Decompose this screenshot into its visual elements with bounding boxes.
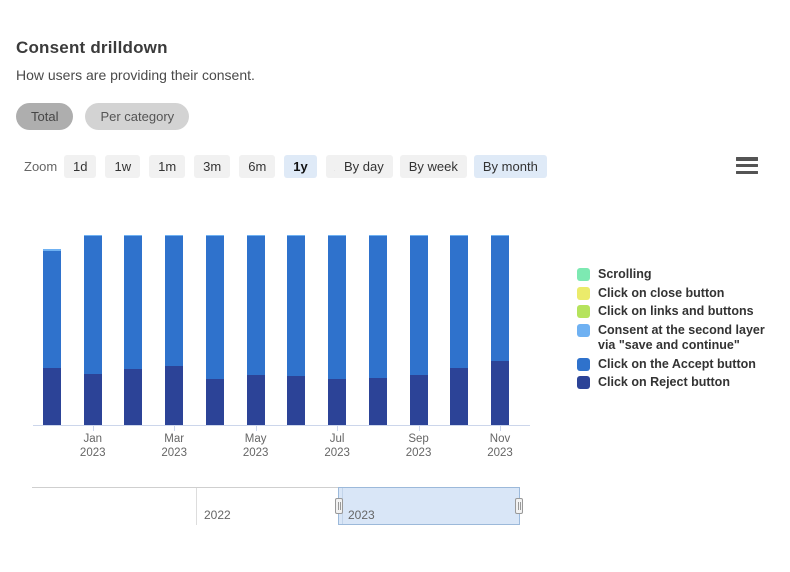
navigator-year-label: 2023 <box>348 508 375 522</box>
bar-segment-click-on-reject-button-aug-2023[interactable] <box>369 378 387 425</box>
legend-item-scrolling[interactable]: Scrolling <box>577 267 773 283</box>
legend-swatch-icon <box>577 287 590 300</box>
bar-segment-consent-at-the-second-layer-via-save-and-continue-feb-2023[interactable] <box>124 235 142 236</box>
bar-segment-click-on-the-accept-button-nov-2023[interactable] <box>491 236 509 361</box>
bar-segment-click-on-the-accept-button-may-2023[interactable] <box>247 236 265 375</box>
x-axis-label-line: Jul <box>307 432 367 446</box>
legend-item-click-on-links-and-buttons[interactable]: Click on links and buttons <box>577 304 773 320</box>
x-axis-label-line: Nov <box>470 432 530 446</box>
bar-segment-click-on-the-accept-button-feb-2023[interactable] <box>124 236 142 369</box>
x-axis-tick-jul <box>337 426 338 431</box>
bar-segment-click-on-reject-button-may-2023[interactable] <box>247 375 265 425</box>
legend-swatch-icon <box>577 376 590 389</box>
x-axis-tick-mar <box>174 426 175 431</box>
legend-label: Click on links and buttons <box>598 304 754 320</box>
range-navigator[interactable]: 2022 2023 <box>32 487 520 524</box>
bar-segment-click-on-reject-button-feb-2023[interactable] <box>124 369 142 425</box>
legend-swatch-icon <box>577 324 590 337</box>
legend-label: Click on Reject button <box>598 375 730 391</box>
bar-segment-click-on-the-accept-button-apr-2023[interactable] <box>206 236 224 379</box>
legend-swatch-icon <box>577 358 590 371</box>
bar-segment-consent-at-the-second-layer-via-save-and-continue-oct-2023[interactable] <box>450 235 468 236</box>
legend-item-click-on-the-accept-button[interactable]: Click on the Accept button <box>577 357 773 373</box>
legend-label: Consent at the second layer via "save an… <box>598 323 773 354</box>
bar-segment-click-on-the-accept-button-oct-2023[interactable] <box>450 236 468 368</box>
x-axis-tick-nov <box>500 426 501 431</box>
x-axis-label-line: 2023 <box>389 446 449 460</box>
x-axis-label-line: Sep <box>389 432 449 446</box>
bar-segment-consent-at-the-second-layer-via-save-and-continue-sep-2023[interactable] <box>410 235 428 236</box>
chart-legend: Scrolling Click on close button Click on l… <box>577 267 773 394</box>
x-axis-tick-sep <box>419 426 420 431</box>
legend-item-consent-at-the-second-layer-via-save-and-continue[interactable]: Consent at the second layer via "save an… <box>577 323 773 354</box>
bar-segment-consent-at-the-second-layer-via-save-and-continue-dec-2022[interactable] <box>43 249 61 252</box>
bar-segment-click-on-reject-button-jan-2023[interactable] <box>84 374 102 425</box>
x-axis-tick-may <box>256 426 257 431</box>
legend-item-click-on-close-button[interactable]: Click on close button <box>577 286 773 302</box>
bar-segment-click-on-the-accept-button-dec-2022[interactable] <box>43 251 61 368</box>
bar-segment-click-on-reject-button-apr-2023[interactable] <box>206 379 224 425</box>
bar-segment-click-on-reject-button-jun-2023[interactable] <box>287 376 305 425</box>
x-axis-label-line: Mar <box>144 432 204 446</box>
legend-item-click-on-reject-button[interactable]: Click on Reject button <box>577 375 773 391</box>
bar-segment-click-on-reject-button-jul-2023[interactable] <box>328 379 346 425</box>
x-axis-label-line: 2023 <box>63 446 123 460</box>
x-axis-label-may: May2023 <box>226 432 286 460</box>
bar-segment-click-on-the-accept-button-mar-2023[interactable] <box>165 236 183 365</box>
bar-segment-click-on-reject-button-mar-2023[interactable] <box>165 366 183 425</box>
bar-segment-consent-at-the-second-layer-via-save-and-continue-may-2023[interactable] <box>247 235 265 236</box>
x-axis-line <box>33 425 530 426</box>
legend-label: Click on close button <box>598 286 724 302</box>
bar-segment-click-on-reject-button-dec-2022[interactable] <box>43 368 61 425</box>
x-axis-label-mar: Mar2023 <box>144 432 204 460</box>
navigator-year-label: 2022 <box>204 508 231 522</box>
bar-segment-click-on-the-accept-button-sep-2023[interactable] <box>410 236 428 375</box>
bar-segment-consent-at-the-second-layer-via-save-and-continue-mar-2023[interactable] <box>165 235 183 236</box>
bar-segment-consent-at-the-second-layer-via-save-and-continue-aug-2023[interactable] <box>369 235 387 236</box>
x-axis-tick-jan <box>93 426 94 431</box>
x-axis-label-jan: Jan2023 <box>63 432 123 460</box>
bar-segment-click-on-the-accept-button-jul-2023[interactable] <box>328 236 346 379</box>
bar-segment-click-on-reject-button-oct-2023[interactable] <box>450 368 468 425</box>
bar-segment-consent-at-the-second-layer-via-save-and-continue-jul-2023[interactable] <box>328 235 346 236</box>
bar-segment-click-on-reject-button-nov-2023[interactable] <box>491 361 509 425</box>
legend-swatch-icon <box>577 305 590 318</box>
x-axis-label-line: May <box>226 432 286 446</box>
x-axis-label-line: 2023 <box>307 446 367 460</box>
bar-segment-consent-at-the-second-layer-via-save-and-continue-jun-2023[interactable] <box>287 235 305 236</box>
bar-segment-click-on-the-accept-button-aug-2023[interactable] <box>369 236 387 378</box>
consent-drilldown-page: Consent drilldown How users are providin… <box>0 0 790 572</box>
navigator-right-handle-icon[interactable] <box>515 498 523 514</box>
x-axis-label-nov: Nov2023 <box>470 432 530 460</box>
bar-segment-consent-at-the-second-layer-via-save-and-continue-jan-2023[interactable] <box>84 235 102 236</box>
legend-label: Click on the Accept button <box>598 357 756 373</box>
navigator-selected-range[interactable]: 2023 <box>338 487 520 525</box>
navigator-gridline-2022 <box>196 488 197 525</box>
legend-swatch-icon <box>577 268 590 281</box>
bar-segment-click-on-reject-button-sep-2023[interactable] <box>410 375 428 425</box>
x-axis-label-line: 2023 <box>226 446 286 460</box>
x-axis-label-line: 2023 <box>144 446 204 460</box>
x-axis-label-sep: Sep2023 <box>389 432 449 460</box>
navigator-left-handle-icon[interactable] <box>335 498 343 514</box>
x-axis-label-jul: Jul2023 <box>307 432 367 460</box>
x-axis-label-line: Jan <box>63 432 123 446</box>
bar-segment-click-on-the-accept-button-jan-2023[interactable] <box>84 236 102 373</box>
legend-label: Scrolling <box>598 267 651 283</box>
bar-segment-click-on-the-accept-button-jun-2023[interactable] <box>287 236 305 376</box>
x-axis-label-line: 2023 <box>470 446 530 460</box>
bar-segment-consent-at-the-second-layer-via-save-and-continue-nov-2023[interactable] <box>491 235 509 236</box>
bar-segment-consent-at-the-second-layer-via-save-and-continue-apr-2023[interactable] <box>206 235 224 236</box>
